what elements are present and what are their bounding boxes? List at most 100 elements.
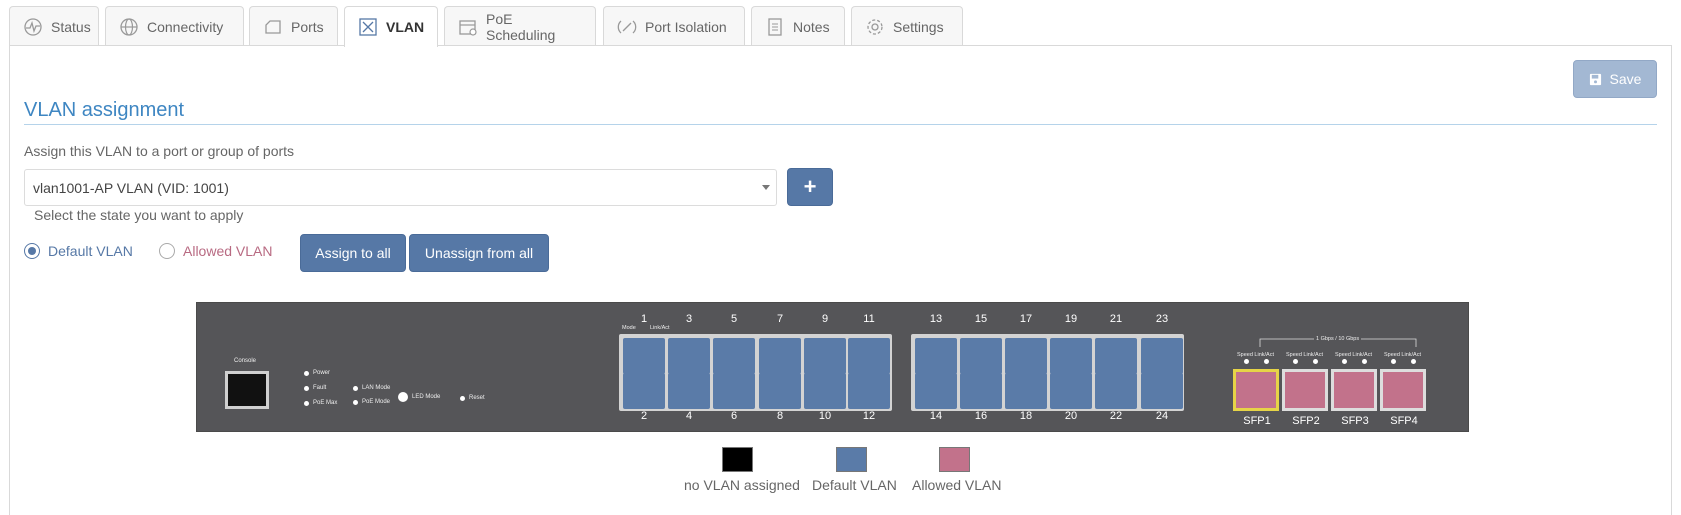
rj45-port-7[interactable] <box>759 338 801 374</box>
sfp-port-2[interactable] <box>1282 369 1328 411</box>
legend-swatch-allowed <box>939 447 970 472</box>
sfp-port-label: SFP1 <box>1243 415 1271 427</box>
save-button[interactable]: Save <box>1573 60 1657 98</box>
sfp-speed-label: Speed Link/Act <box>1384 352 1421 358</box>
rj45-port-21[interactable] <box>1095 338 1137 374</box>
led-lan-mode: LAN Mode <box>353 385 390 391</box>
console-label: Console <box>234 358 257 364</box>
rj45-port-23[interactable] <box>1141 338 1183 374</box>
rj45-port-12[interactable] <box>848 373 890 409</box>
tab-label: Settings <box>893 18 944 35</box>
ports-icon <box>265 19 281 34</box>
rj45-port-8[interactable] <box>759 373 801 409</box>
tab-label: Status <box>51 18 91 35</box>
port-number-bottom: 14 <box>929 410 943 422</box>
pulse-icon <box>24 17 42 36</box>
tab-label: VLAN <box>386 19 425 35</box>
add-vlan-button[interactable]: + <box>787 168 833 206</box>
sfp-port-1[interactable] <box>1233 369 1279 411</box>
tab-label: Port Isolation <box>645 18 727 35</box>
tab-connectivity[interactable]: Connectivity <box>105 6 244 46</box>
port-number-bottom: 8 <box>776 410 784 422</box>
legend-swatch-none <box>722 447 753 472</box>
rj45-port-9[interactable] <box>804 338 846 374</box>
led-mode-button[interactable]: LED Mode <box>398 392 440 402</box>
state-label: Select the state you want to apply <box>34 207 244 223</box>
led-power: Power <box>304 370 330 376</box>
sfp-speed-label: Speed Link/Act <box>1286 352 1323 358</box>
rj45-port-18[interactable] <box>1005 373 1047 409</box>
console-port <box>225 371 269 409</box>
radio-default-vlan[interactable]: Default VLAN <box>24 243 133 259</box>
rj45-port-17[interactable] <box>1005 338 1047 374</box>
rj45-port-15[interactable] <box>960 338 1002 374</box>
legend-label-allowed: Allowed VLAN <box>912 477 1002 493</box>
gear-icon <box>867 18 883 35</box>
rj45-port-5[interactable] <box>713 338 755 374</box>
port-number-bottom: 4 <box>685 410 693 422</box>
tab-label: PoE Scheduling <box>486 10 556 43</box>
tab-settings[interactable]: Settings <box>851 6 963 46</box>
rj45-port-22[interactable] <box>1095 373 1137 409</box>
port-number-bottom: 18 <box>1019 410 1033 422</box>
link-act-label: Link/Act <box>650 325 670 331</box>
sfp-port-label: SFP2 <box>1292 415 1320 427</box>
tab-poe-scheduling[interactable]: PoE Scheduling <box>444 6 596 46</box>
title-divider <box>24 124 1657 125</box>
sfp-led <box>1391 359 1396 364</box>
tab-status[interactable]: Status <box>9 6 99 46</box>
reset-button[interactable]: Reset <box>460 395 485 401</box>
rj45-port-13[interactable] <box>915 338 957 374</box>
sfp-port-3[interactable] <box>1331 369 1377 411</box>
sfp-led <box>1342 359 1347 364</box>
vlan-select[interactable]: vlan1001-AP VLAN (VID: 1001) <box>24 169 777 206</box>
port-number-top: 3 <box>685 313 693 325</box>
rj45-port-1[interactable] <box>623 338 665 374</box>
page-title: VLAN assignment <box>24 99 185 121</box>
tab-label: Ports <box>291 18 324 35</box>
rj45-port-14[interactable] <box>915 373 957 409</box>
vlan-icon <box>359 18 377 36</box>
radio-label: Allowed VLAN <box>183 243 273 259</box>
caret-down-icon <box>762 185 770 190</box>
port-number-bottom: 20 <box>1064 410 1078 422</box>
tab-vlan[interactable]: VLAN <box>344 6 438 47</box>
tab-label: Connectivity <box>147 18 224 35</box>
legend-label-none: no VLAN assigned <box>684 477 800 493</box>
tab-notes[interactable]: Notes <box>751 6 845 46</box>
rj45-port-11[interactable] <box>848 338 890 374</box>
rj45-port-3[interactable] <box>668 338 710 374</box>
rj45-port-4[interactable] <box>668 373 710 409</box>
radio-label: Default VLAN <box>48 243 133 259</box>
tab-ports[interactable]: Ports <box>249 6 338 46</box>
port-number-top: 1 <box>640 313 648 325</box>
sfp-led <box>1264 359 1269 364</box>
rj45-port-10[interactable] <box>804 373 846 409</box>
led-poe-mode: PoE Mode <box>353 399 390 405</box>
tab-port-isolation[interactable]: Port Isolation <box>603 6 745 46</box>
assign-label: Assign this VLAN to a port or group of p… <box>24 143 295 159</box>
save-label: Save <box>1609 71 1642 87</box>
port-number-top: 15 <box>974 313 988 325</box>
port-number-top: 11 <box>863 313 875 325</box>
radio-checked-icon <box>24 243 40 259</box>
led-poe-max: PoE Max <box>304 400 337 406</box>
rj45-port-24[interactable] <box>1141 373 1183 409</box>
rj45-port-19[interactable] <box>1050 338 1092 374</box>
port-number-top: 19 <box>1064 313 1078 325</box>
sfp-led <box>1362 359 1367 364</box>
rj45-port-20[interactable] <box>1050 373 1092 409</box>
unassign-from-all-button[interactable]: Unassign from all <box>409 234 549 272</box>
rj45-port-6[interactable] <box>713 373 755 409</box>
calendar-icon <box>459 19 477 36</box>
radio-allowed-vlan[interactable]: Allowed VLAN <box>159 243 273 259</box>
assign-to-all-button[interactable]: Assign to all <box>300 234 406 272</box>
rj45-port-2[interactable] <box>623 373 665 409</box>
port-number-top: 9 <box>821 313 829 325</box>
vlan-select-value: vlan1001-AP VLAN (VID: 1001) <box>33 179 229 196</box>
sfp-port-4[interactable] <box>1380 369 1426 411</box>
port-number-top: 7 <box>776 313 784 325</box>
port-number-top: 21 <box>1109 313 1123 325</box>
rj45-port-16[interactable] <box>960 373 1002 409</box>
sfp-led <box>1293 359 1298 364</box>
